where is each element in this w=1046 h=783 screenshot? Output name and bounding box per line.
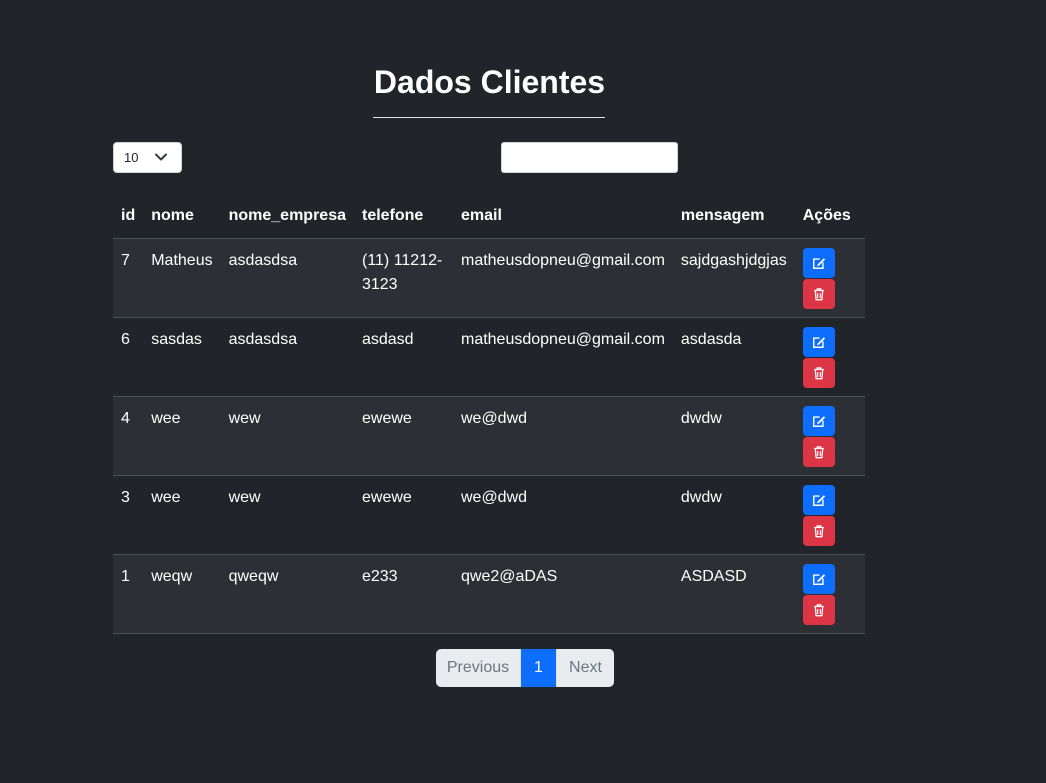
- cell-id: 7: [113, 238, 144, 318]
- cell-mensagem: asdasda: [672, 317, 795, 397]
- trash-icon: [813, 366, 824, 379]
- pencil-square-icon: [812, 336, 825, 348]
- pencil-square-icon: [812, 494, 825, 506]
- pagination-previous-button[interactable]: Previous: [436, 649, 521, 687]
- edit-button[interactable]: [802, 484, 835, 515]
- table-row: 7 Matheus asdasdsa (11) 11212-3123 matheusdo…: [113, 238, 865, 318]
- cell-email: matheusdopneu@gmail.com: [452, 238, 673, 318]
- table-body: 7 Matheus asdasdsa (11) 11212-3123 matheusdo…: [113, 238, 865, 634]
- clients-table: id nome nome_empresa telefone email mens…: [113, 197, 865, 634]
- pencil-square-icon: [812, 573, 825, 585]
- table-row: 1 weqw qweqw e233 qwe2@aDAS ASDASD: [113, 554, 865, 634]
- cell-nome: weqw: [143, 554, 221, 634]
- edit-button[interactable]: [802, 247, 835, 278]
- entries-per-page-value: 10: [124, 150, 139, 165]
- cell-email: we@dwd: [452, 396, 673, 476]
- table-row: 6 sasdas asdasdsa asdasd matheusdopneu@gmail…: [113, 317, 865, 397]
- column-header-email[interactable]: email: [452, 197, 673, 239]
- cell-nome-empresa: asdasdsa: [220, 317, 354, 397]
- cell-nome-empresa: qweqw: [220, 554, 354, 634]
- delete-button[interactable]: [802, 436, 835, 467]
- table-header-row: id nome nome_empresa telefone email mens…: [113, 197, 865, 239]
- trash-icon: [813, 445, 824, 458]
- trash-icon: [813, 603, 824, 616]
- cell-id: 3: [113, 475, 144, 555]
- cell-nome: Matheus: [143, 238, 221, 318]
- cell-acoes: [794, 554, 865, 634]
- entries-per-page-select[interactable]: 10: [113, 142, 182, 173]
- trash-icon: [813, 287, 824, 300]
- cell-email: matheusdopneu@gmail.com: [452, 317, 673, 397]
- pencil-square-icon: [812, 415, 825, 427]
- cell-nome: sasdas: [143, 317, 221, 397]
- pagination-next-button[interactable]: Next: [556, 649, 614, 687]
- cell-telefone: ewewe: [353, 475, 453, 555]
- edit-button[interactable]: [802, 563, 835, 594]
- trash-icon: [813, 524, 824, 537]
- pagination-page-button[interactable]: 1: [521, 649, 556, 687]
- cell-telefone: e233: [353, 554, 453, 634]
- cell-telefone: (11) 11212-3123: [353, 238, 453, 318]
- cell-acoes: [794, 238, 865, 318]
- cell-mensagem: sajdgashjdgjas: [672, 238, 795, 318]
- table-row: 3 wee wew ewewe we@dwd dwdw: [113, 475, 865, 555]
- delete-button[interactable]: [802, 594, 835, 625]
- search-input[interactable]: [501, 142, 678, 173]
- cell-acoes: [794, 317, 865, 397]
- cell-telefone: asdasd: [353, 317, 453, 397]
- cell-id: 4: [113, 396, 144, 476]
- cell-mensagem: ASDASD: [672, 554, 795, 634]
- cell-nome-empresa: asdasdsa: [220, 238, 354, 318]
- column-header-acoes: Ações: [794, 197, 865, 239]
- column-header-id[interactable]: id: [113, 197, 144, 239]
- cell-mensagem: dwdw: [672, 396, 795, 476]
- delete-button[interactable]: [802, 515, 835, 546]
- column-header-mensagem[interactable]: mensagem: [672, 197, 795, 239]
- table-row: 4 wee wew ewewe we@dwd dwdw: [113, 396, 865, 476]
- cell-email: qwe2@aDAS: [452, 554, 673, 634]
- pencil-square-icon: [812, 257, 825, 269]
- column-header-nome-empresa[interactable]: nome_empresa: [220, 197, 354, 239]
- cell-id: 1: [113, 554, 144, 634]
- cell-email: we@dwd: [452, 475, 673, 555]
- delete-button[interactable]: [802, 357, 835, 388]
- delete-button[interactable]: [802, 278, 835, 309]
- cell-nome-empresa: wew: [220, 475, 354, 555]
- column-header-nome[interactable]: nome: [143, 197, 221, 239]
- cell-nome-empresa: wew: [220, 396, 354, 476]
- cell-id: 6: [113, 317, 144, 397]
- cell-acoes: [794, 396, 865, 476]
- cell-acoes: [794, 475, 865, 555]
- page-title: Dados Clientes: [373, 64, 606, 100]
- edit-button[interactable]: [802, 405, 835, 436]
- cell-mensagem: dwdw: [672, 475, 795, 555]
- column-header-telefone[interactable]: telefone: [353, 197, 453, 239]
- title-divider: [373, 117, 605, 118]
- chevron-down-icon: [155, 153, 167, 161]
- edit-button[interactable]: [802, 326, 835, 357]
- pagination: Previous 1 Next: [436, 649, 614, 687]
- cell-nome: wee: [143, 396, 221, 476]
- cell-nome: wee: [143, 475, 221, 555]
- cell-telefone: ewewe: [353, 396, 453, 476]
